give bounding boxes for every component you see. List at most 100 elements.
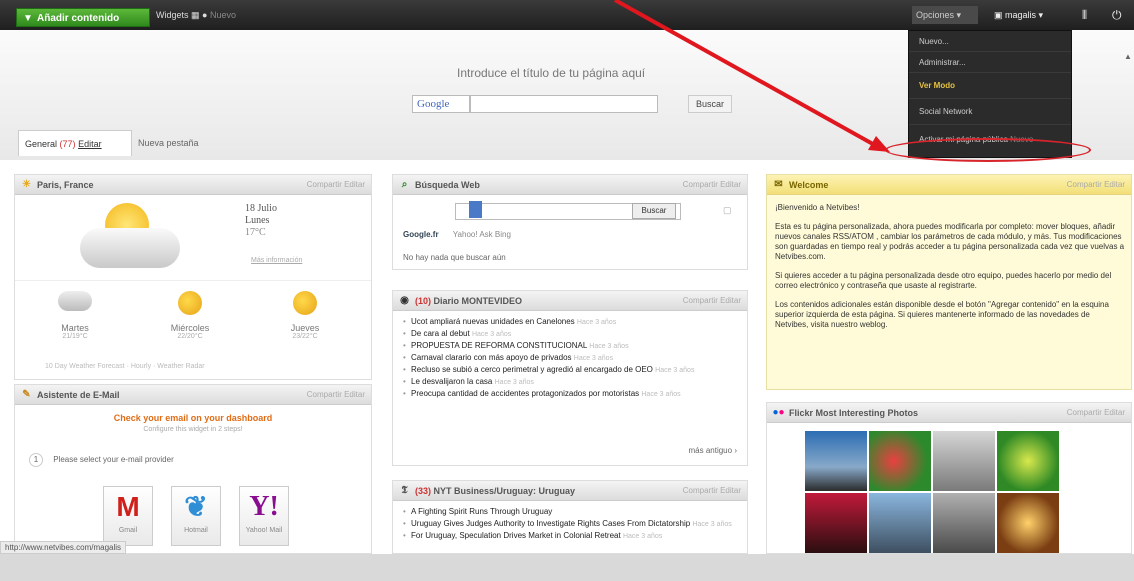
forecast-day-temp: 23/22°C bbox=[292, 333, 318, 340]
list-item[interactable]: Le desvalijaron la casa Hace 3 años bbox=[403, 377, 733, 388]
welcome-paragraph: Esta es tu página personalizada, ahora p… bbox=[775, 222, 1125, 261]
widget-controls[interactable]: Compartir Editar bbox=[1067, 180, 1125, 189]
news-item-text[interactable]: Preocupa cantidad de accidentes protagon… bbox=[411, 389, 639, 398]
sun-icon bbox=[293, 291, 317, 315]
layout-icon[interactable]: ⫴ bbox=[1082, 6, 1087, 24]
websearch-button[interactable]: Buscar bbox=[632, 203, 676, 219]
user-menu-button[interactable]: ▣ magalis ▾ bbox=[990, 6, 1068, 24]
welcome-body: ¡Bienvenido a Netvibes! Esta es tu págin… bbox=[775, 203, 1125, 339]
list-item[interactable]: De cara al debut Hace 3 años bbox=[403, 329, 733, 340]
hotmail-provider-button[interactable]: ❦ Hotmail bbox=[171, 486, 221, 546]
page-title[interactable]: Introduce el título de tu página aquí bbox=[457, 66, 645, 80]
websearch-widget-header[interactable]: ⌕ Búsqueda Web Compartir Editar bbox=[393, 175, 747, 195]
news-item-age: Hace 3 años bbox=[471, 331, 512, 338]
cloud-icon bbox=[58, 291, 92, 311]
welcome-widget: ✉ Welcome Compartir Editar ¡Bienvenido a… bbox=[766, 174, 1132, 390]
widget-controls[interactable]: Compartir Editar bbox=[683, 486, 741, 495]
power-icon[interactable]: ⏻ bbox=[1112, 6, 1122, 24]
news-widget-header[interactable]: ◉ (10) Diario MONTEVIDEO Compartir Edita… bbox=[393, 291, 747, 311]
news-widget-montevideo: ◉ (10) Diario MONTEVIDEO Compartir Edita… bbox=[392, 290, 748, 466]
yahoo-provider-button[interactable]: Y! Yahoo! Mail bbox=[239, 486, 289, 546]
forecast-day: Miércoles 22/20°C bbox=[145, 291, 235, 340]
widget-controls[interactable]: Compartir Editar bbox=[307, 390, 365, 399]
flickr-widget-header[interactable]: ●● Flickr Most Interesting Photos Compar… bbox=[767, 403, 1131, 423]
tab-general[interactable]: General (77) Editar bbox=[18, 130, 132, 156]
welcome-title: Welcome bbox=[789, 180, 829, 190]
nyt-icon: 𝕿 bbox=[401, 485, 408, 496]
widget-controls[interactable]: Compartir Editar bbox=[307, 180, 365, 189]
options-icon[interactable]: ▢ bbox=[723, 205, 732, 216]
tab-edit-link[interactable]: Editar bbox=[78, 139, 102, 149]
news-item-text[interactable]: PROPUESTA DE REFORMA CONSTITUCIONAL bbox=[411, 341, 587, 350]
yahoo-icon: Y! bbox=[249, 491, 279, 522]
grid-icon: ▦ ● bbox=[191, 10, 208, 20]
tab-google[interactable]: Google.fr bbox=[403, 230, 439, 239]
news-item-text[interactable]: Recluso se subió a cerco perimetral y ag… bbox=[411, 365, 653, 374]
gmail-provider-button[interactable]: M Gmail bbox=[103, 486, 153, 546]
photo-thumbnail[interactable] bbox=[933, 431, 995, 491]
welcome-paragraph: Los contenidos adicionales están disponi… bbox=[775, 300, 1109, 329]
scroll-up-arrow[interactable]: ▲ bbox=[1124, 52, 1132, 61]
news-item-age: Hace 3 años bbox=[622, 533, 663, 540]
news-item-text[interactable]: For Uruguay, Speculation Drives Market i… bbox=[411, 531, 621, 540]
search-button[interactable]: Buscar bbox=[688, 95, 732, 113]
list-item[interactable]: A Fighting Spirit Runs Through Uruguay bbox=[403, 507, 733, 518]
chevron-right-icon: › bbox=[734, 446, 737, 455]
list-item[interactable]: Uruguay Gives Judges Authority to Invest… bbox=[403, 519, 733, 530]
widget-controls[interactable]: Compartir Editar bbox=[1067, 408, 1125, 417]
news-widget-nyt: 𝕿 (33) NYT Business/Uruguay: Uruguay Com… bbox=[392, 480, 748, 554]
add-content-label: Añadir contenido bbox=[37, 13, 120, 24]
provider-label: Yahoo! Mail bbox=[245, 527, 283, 534]
list-item[interactable]: PROPUESTA DE REFORMA CONSTITUCIONAL Hace… bbox=[403, 341, 733, 352]
options-menu-button[interactable]: Opciones ▾ bbox=[912, 6, 978, 24]
menu-item-new[interactable]: Nuevo... bbox=[909, 31, 1071, 52]
photo-thumbnail[interactable] bbox=[869, 431, 931, 491]
list-item[interactable]: Carnaval clarario con más apoyo de priva… bbox=[403, 353, 733, 364]
news-item-age: Hace 3 años bbox=[589, 343, 629, 350]
widget-controls[interactable]: Compartir Editar bbox=[683, 180, 741, 189]
search-input[interactable] bbox=[470, 95, 658, 113]
news-item-text[interactable]: Carnaval clarario con más apoyo de priva… bbox=[411, 353, 572, 362]
widgets-menu[interactable]: Widgets ▦ ● Nuevo bbox=[156, 10, 236, 21]
photo-thumbnail[interactable] bbox=[997, 431, 1059, 491]
news-item-text[interactable]: A Fighting Spirit Runs Through Uruguay bbox=[411, 507, 552, 516]
news-item-text[interactable]: Le desvalijaron la casa bbox=[411, 377, 492, 386]
list-item[interactable]: Preocupa cantidad de accidentes protagon… bbox=[403, 389, 733, 400]
list-item[interactable]: For Uruguay, Speculation Drives Market i… bbox=[403, 531, 733, 542]
news-item-text[interactable]: Uruguay Gives Judges Authority to Invest… bbox=[411, 519, 690, 528]
weather-footer-links[interactable]: 10 Day Weather Forecast · Hourly · Weath… bbox=[45, 363, 205, 370]
photo-thumbnail[interactable] bbox=[997, 493, 1059, 553]
news-item-age: Hace 3 años bbox=[494, 379, 534, 386]
photo-thumbnail[interactable] bbox=[805, 493, 867, 553]
widgets-extra: Nuevo bbox=[210, 10, 237, 20]
weather-widget-header[interactable]: ☀ Paris, France Compartir Editar bbox=[15, 175, 371, 195]
menu-item-view-mode[interactable]: Ver Modo bbox=[909, 73, 1071, 99]
widget-controls[interactable]: Compartir Editar bbox=[683, 296, 741, 305]
welcome-widget-header[interactable]: ✉ Welcome Compartir Editar bbox=[767, 175, 1131, 195]
options-label: Opciones bbox=[916, 10, 955, 20]
search-engine-tabs[interactable]: Google.fr Yahoo! Ask Bing bbox=[403, 230, 511, 239]
news-title: Diario MONTEVIDEO bbox=[433, 296, 523, 306]
photo-thumbnail[interactable] bbox=[869, 493, 931, 553]
news-list: Ucot ampliará nuevas unidades en Canelon… bbox=[403, 317, 733, 401]
menu-item-manage[interactable]: Administrar... bbox=[909, 52, 1071, 73]
email-widget-header[interactable]: ✎ Asistente de E-Mail Compartir Editar bbox=[15, 385, 371, 405]
new-tab-link[interactable]: Nueva pestaña bbox=[138, 138, 199, 148]
news-item-text[interactable]: De cara al debut bbox=[411, 329, 470, 338]
photo-thumbnail[interactable] bbox=[933, 493, 995, 553]
pencil-icon: ✎ bbox=[22, 389, 31, 400]
add-content-button[interactable]: ▼ Añadir contenido bbox=[16, 8, 150, 27]
websearch-title: Búsqueda Web bbox=[415, 180, 480, 190]
weather-more-link[interactable]: Más información bbox=[251, 257, 302, 264]
top-toolbar: ▼ Añadir contenido Widgets ▦ ● Nuevo Opc… bbox=[0, 0, 1134, 30]
photo-thumbnail[interactable] bbox=[805, 431, 867, 491]
dashboard-area: ☀ Paris, France Compartir Editar 18 Juli… bbox=[0, 160, 1134, 554]
news-item-text[interactable]: Ucot ampliará nuevas unidades en Canelon… bbox=[411, 317, 575, 326]
menu-item-social-network[interactable]: Social Network bbox=[909, 99, 1071, 125]
news-item-age: Hace 3 años bbox=[692, 521, 732, 528]
list-item[interactable]: Ucot ampliará nuevas unidades en Canelon… bbox=[403, 317, 733, 328]
tab-other-engines[interactable]: Yahoo! Ask Bing bbox=[453, 230, 511, 239]
more-link[interactable]: más antiguo › bbox=[689, 446, 738, 455]
news-widget-header[interactable]: 𝕿 (33) NYT Business/Uruguay: Uruguay Com… bbox=[393, 481, 747, 501]
list-item[interactable]: Recluso se subió a cerco perimetral y ag… bbox=[403, 365, 733, 376]
